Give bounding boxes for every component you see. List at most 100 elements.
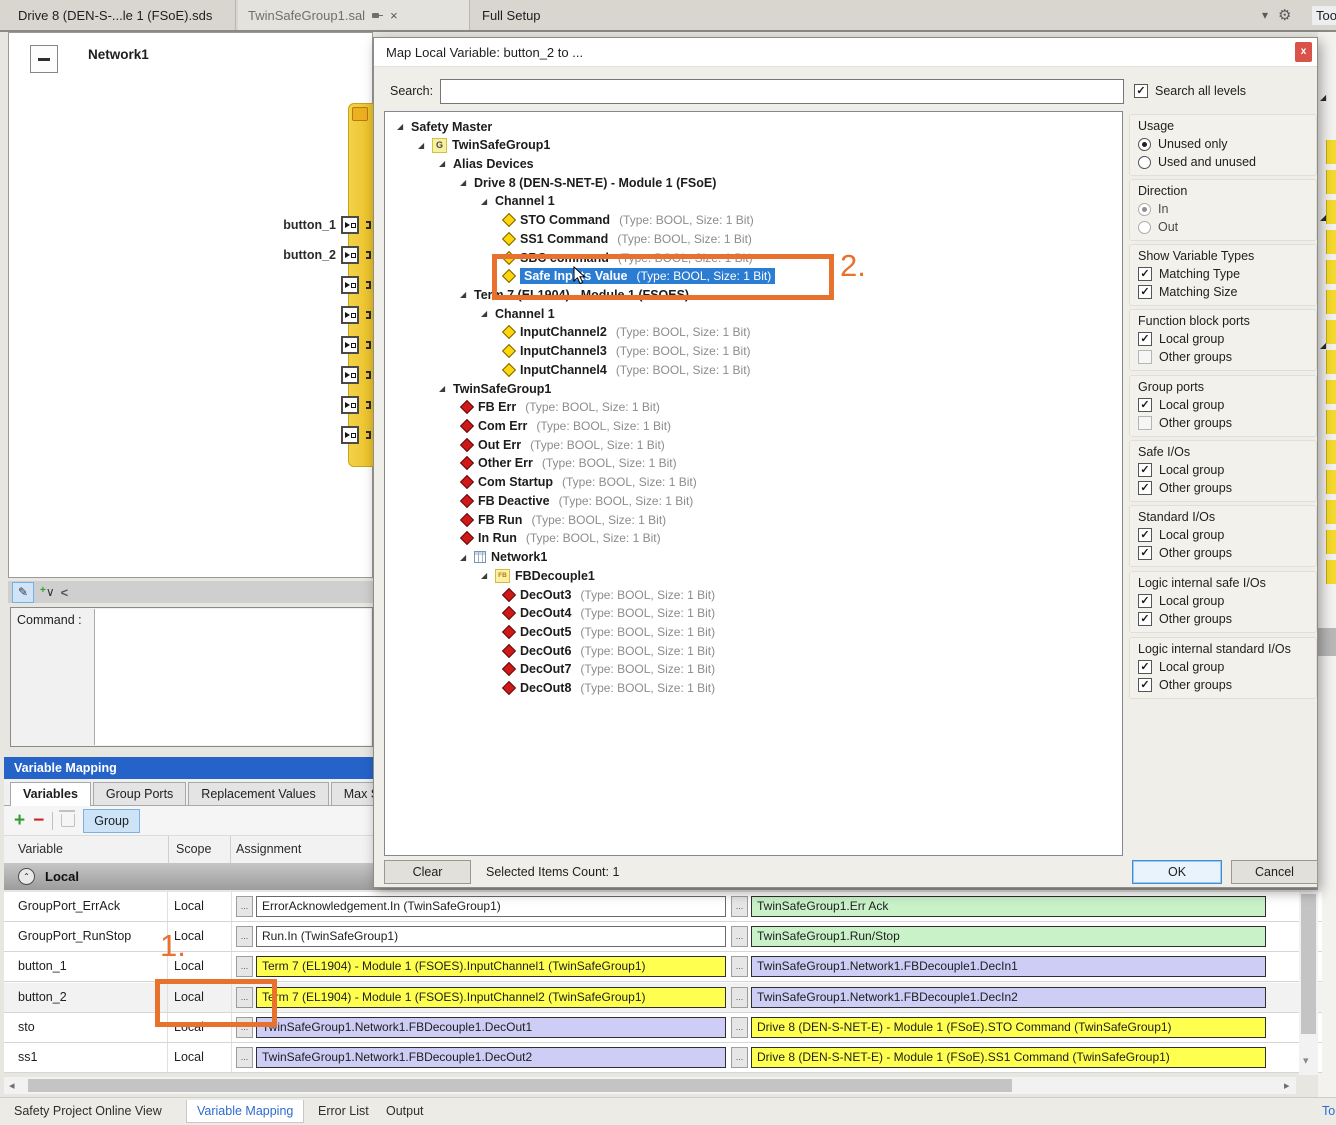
tree-expander-icon[interactable]: ◢ xyxy=(439,384,453,393)
tree-item-ss1-command[interactable]: SS1 Command(Type: BOOL, Size: 1 Bit) xyxy=(385,229,1123,248)
variable-tree[interactable]: ◢Safety Master◢GTwinSafeGroup1◢Alias Dev… xyxy=(384,111,1123,856)
column-variable[interactable]: Variable xyxy=(18,842,63,856)
assignment-field[interactable]: Term 7 (EL1904) - Module 1 (FSOES).Input… xyxy=(256,956,726,977)
tree-item-other-err[interactable]: Other Err(Type: BOOL, Size: 1 Bit) xyxy=(385,454,1123,473)
assignment-browse-button[interactable]: ... xyxy=(236,926,253,947)
add-icon[interactable]: + xyxy=(14,811,25,830)
block-input-pin[interactable] xyxy=(341,336,359,354)
tree-item-out-err[interactable]: Out Err(Type: BOOL, Size: 1 Bit) xyxy=(385,435,1123,454)
edit-pointer-icon[interactable]: ✎ xyxy=(12,582,34,603)
tab-twinsafegroup1-sal[interactable]: TwinSafeGroup1.sal × xyxy=(238,0,470,30)
target-browse-button[interactable]: ... xyxy=(731,926,748,947)
block-input-pin[interactable] xyxy=(341,426,359,444)
filter-option-local-group[interactable]: ✓Local group xyxy=(1138,592,1316,610)
cancel-button[interactable]: Cancel xyxy=(1231,860,1318,884)
radio-icon[interactable] xyxy=(1138,203,1151,216)
mapping-row-GroupPort_RunStop[interactable]: GroupPort_RunStopLocal...Run.In (TwinSaf… xyxy=(4,922,1322,952)
tree-item-decout8[interactable]: DecOut8(Type: BOOL, Size: 1 Bit) xyxy=(385,679,1123,698)
filter-option-local-group[interactable]: ✓Local group xyxy=(1138,396,1316,414)
scroll-left-icon[interactable]: ◂ xyxy=(9,1079,15,1092)
tree-expander-icon[interactable]: ◢ xyxy=(418,141,432,150)
filter-option-other-groups[interactable]: Other groups xyxy=(1138,348,1316,366)
add-variable-icon[interactable]: +∨ xyxy=(40,585,55,599)
assignment-field[interactable]: TwinSafeGroup1.Network1.FBDecouple1.DecO… xyxy=(256,1017,726,1038)
command-input[interactable] xyxy=(94,609,371,745)
target-field[interactable]: Drive 8 (DEN-S-NET-E) - Module 1 (FSoE).… xyxy=(751,1047,1266,1068)
horizontal-scrollbar[interactable]: ◂ ▸ xyxy=(4,1077,1296,1094)
tab-variable-mapping[interactable]: Variable Mapping xyxy=(186,1100,304,1123)
filter-option-matching-size[interactable]: ✓Matching Size xyxy=(1138,283,1316,301)
tree-item-inputchannel3[interactable]: InputChannel3(Type: BOOL, Size: 1 Bit) xyxy=(385,342,1123,361)
tree-expander-icon[interactable]: ◢ xyxy=(460,290,474,299)
block-input-pin[interactable] xyxy=(341,396,359,414)
block-input-pin[interactable] xyxy=(341,216,359,234)
filter-option-other-groups[interactable]: ✓Other groups xyxy=(1138,544,1316,562)
assignment-browse-button[interactable]: ... xyxy=(236,956,253,977)
delete-icon[interactable] xyxy=(61,814,75,827)
target-field[interactable]: TwinSafeGroup1.Run/Stop xyxy=(751,926,1266,947)
filter-option-other-groups[interactable]: ✓Other groups xyxy=(1138,610,1316,628)
checkbox-icon[interactable]: ✓ xyxy=(1138,267,1152,281)
gear-icon[interactable]: ⚙ xyxy=(1278,6,1291,24)
tree-item-decout5[interactable]: DecOut5(Type: BOOL, Size: 1 Bit) xyxy=(385,622,1123,641)
filter-option-other-groups[interactable]: ✓Other groups xyxy=(1138,479,1316,497)
tree-item-inputchannel2[interactable]: InputChannel2(Type: BOOL, Size: 1 Bit) xyxy=(385,323,1123,342)
checkbox-icon[interactable]: ✓ xyxy=(1138,528,1152,542)
filter-option-local-group[interactable]: ✓Local group xyxy=(1138,330,1316,348)
mapping-tab-group-ports[interactable]: Group Ports xyxy=(93,782,186,805)
remove-icon[interactable]: − xyxy=(33,816,44,826)
tree-item-sto-command[interactable]: STO Command(Type: BOOL, Size: 1 Bit) xyxy=(385,211,1123,230)
tree-item-com-err[interactable]: Com Err(Type: BOOL, Size: 1 Bit) xyxy=(385,417,1123,436)
tree-item-drive-8-den-s-net-e-module-1-fsoe-[interactable]: ◢Drive 8 (DEN-S-NET-E) - Module 1 (FSoE) xyxy=(385,173,1123,192)
block-input-pin[interactable] xyxy=(341,306,359,324)
target-browse-button[interactable]: ... xyxy=(731,956,748,977)
checkbox-icon[interactable]: ✓ xyxy=(1138,594,1152,608)
pin-icon[interactable] xyxy=(372,10,383,21)
radio-icon[interactable] xyxy=(1138,156,1151,169)
filter-option-local-group[interactable]: ✓Local group xyxy=(1138,461,1316,479)
dialog-titlebar[interactable]: Map Local Variable: button_2 to ... x xyxy=(374,38,1317,67)
tree-item-channel-1[interactable]: ◢Channel 1 xyxy=(385,192,1123,211)
tree-item-twinsafegroup1[interactable]: ◢TwinSafeGroup1 xyxy=(385,379,1123,398)
close-tab-icon[interactable]: × xyxy=(390,9,398,22)
filter-option-other-groups[interactable]: Other groups xyxy=(1138,414,1316,432)
tree-item-com-startup[interactable]: Com Startup(Type: BOOL, Size: 1 Bit) xyxy=(385,473,1123,492)
assignment-field[interactable]: TwinSafeGroup1.Network1.FBDecouple1.DecO… xyxy=(256,1047,726,1068)
checkbox-icon[interactable]: ✓ xyxy=(1138,612,1152,626)
scroll-down-icon[interactable]: ▾ xyxy=(1303,1054,1309,1067)
checkbox-icon[interactable]: ✓ xyxy=(1138,546,1152,560)
tree-expander-icon[interactable]: ◢ xyxy=(481,309,495,318)
filter-option-unused-only[interactable]: Unused only xyxy=(1138,135,1316,153)
tree-expander-icon[interactable]: ◢ xyxy=(460,178,474,187)
assignment-field[interactable]: Term 7 (EL1904) - Module 1 (FSOES).Input… xyxy=(256,987,726,1008)
checkbox-icon[interactable]: ✓ xyxy=(1138,660,1152,674)
tree-item-fb-err[interactable]: FB Err(Type: BOOL, Size: 1 Bit) xyxy=(385,398,1123,417)
group-button[interactable]: Group xyxy=(83,809,140,833)
horizontal-scrollbar-thumb[interactable] xyxy=(28,1079,1012,1092)
tree-expander-icon[interactable]: ◢ xyxy=(439,159,453,168)
target-browse-button[interactable]: ... xyxy=(731,1017,748,1038)
target-browse-button[interactable]: ... xyxy=(731,1047,748,1068)
tree-expander-icon[interactable]: ◢ xyxy=(481,571,495,580)
tree-expander-icon[interactable]: ◢ xyxy=(397,122,411,131)
column-assignment[interactable]: Assignment xyxy=(236,842,301,856)
tree-item-alias-devices[interactable]: ◢Alias Devices xyxy=(385,154,1123,173)
tree-item-twinsafegroup1[interactable]: ◢GTwinSafeGroup1 xyxy=(385,136,1123,155)
assignment-browse-button[interactable]: ... xyxy=(236,1047,253,1068)
filter-option-out[interactable]: Out xyxy=(1138,218,1316,236)
mapping-row-ss1[interactable]: ss1Local...TwinSafeGroup1.Network1.FBDec… xyxy=(4,1043,1322,1073)
target-field[interactable]: Drive 8 (DEN-S-NET-E) - Module 1 (FSoE).… xyxy=(751,1017,1266,1038)
network-editor-canvas[interactable] xyxy=(8,32,373,578)
checkbox-icon[interactable]: ✓ xyxy=(1138,398,1152,412)
checkbox-icon[interactable]: ✓ xyxy=(1138,285,1152,299)
target-field[interactable]: TwinSafeGroup1.Err Ack xyxy=(751,896,1266,917)
collapse-group-icon[interactable]: ⌃ xyxy=(18,868,35,885)
tab-error-list[interactable]: Error List xyxy=(318,1104,369,1118)
tree-expander-icon[interactable]: ◢ xyxy=(481,197,495,206)
target-browse-button[interactable]: ... xyxy=(731,987,748,1008)
assignment-browse-button[interactable]: ... xyxy=(236,896,253,917)
radio-icon[interactable] xyxy=(1138,221,1151,234)
tab-safety-project-online-view[interactable]: Safety Project Online View xyxy=(14,1104,162,1118)
tree-item-decout7[interactable]: DecOut7(Type: BOOL, Size: 1 Bit) xyxy=(385,660,1123,679)
dialog-close-button[interactable]: x xyxy=(1295,42,1312,62)
